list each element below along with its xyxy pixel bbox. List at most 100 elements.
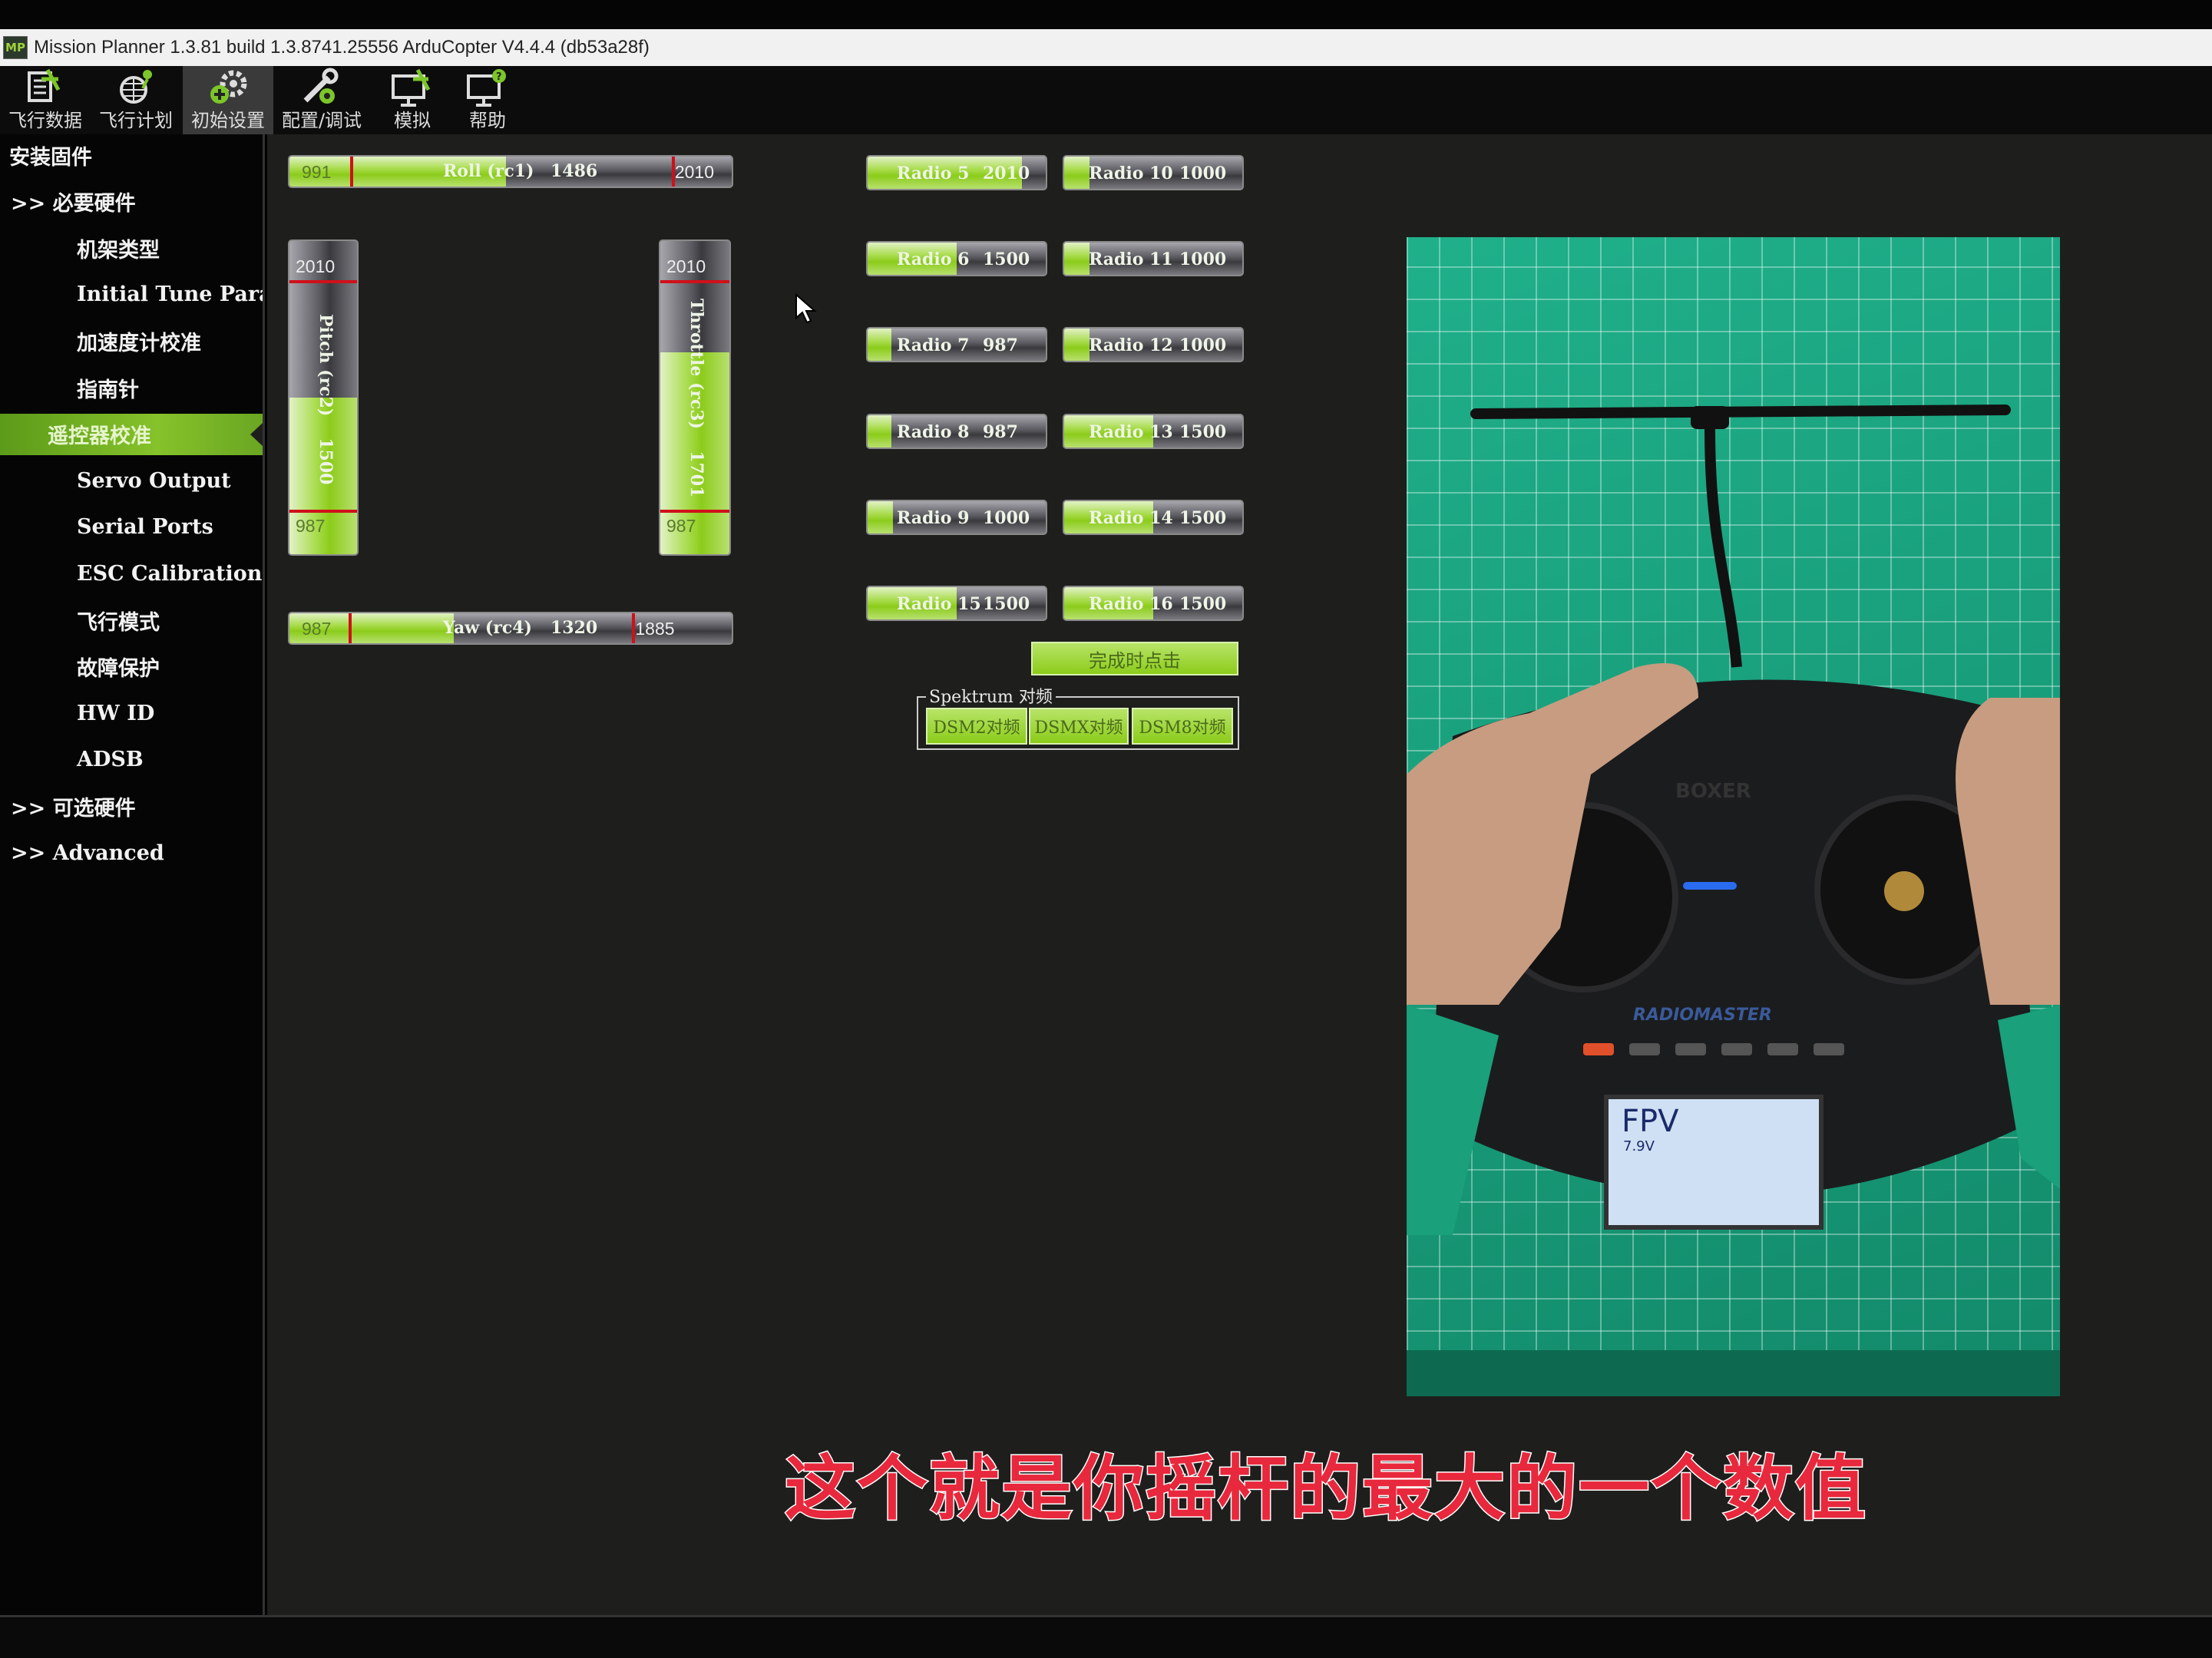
initial-setup-icon (210, 70, 247, 104)
radio-channel-bar: Radio 10 1000 (1063, 155, 1244, 190)
radio-channel-value: 1500 (983, 249, 1030, 270)
sidebar-item[interactable]: 加速度计校准 (0, 320, 263, 362)
controller-model-text: BOXER (1675, 780, 1751, 803)
radio-channel-value: 1500 (983, 594, 1030, 614)
toolbar-initial-setup[interactable]: 初始设置 (183, 66, 273, 134)
config-tuning-icon (303, 68, 339, 104)
mouse-cursor-icon (795, 293, 817, 324)
yaw-value: 1320 (551, 618, 598, 638)
svg-text:?: ? (496, 71, 502, 83)
roll-value: 1486 (551, 161, 598, 181)
pitch-channel-label: Pitch (rc2) (316, 314, 336, 417)
screen-title-text: FPV (1622, 1104, 1679, 1139)
sidebar-item[interactable]: 指南针 (0, 367, 263, 408)
roll-min-label: 991 (302, 162, 332, 182)
spektrum-group-title: Spektrum 对频 (926, 683, 1056, 708)
screen-voltage-text: 7.9V (1623, 1138, 1655, 1154)
app-icon: MP (3, 36, 28, 59)
radio-channel-bar: Radio 5 2010 (866, 155, 1047, 190)
roll-bar: 991 2010 Roll (rc1) 1486 (288, 155, 733, 188)
radio-channel-label: Radio 15 (897, 594, 981, 614)
calibration-done-button[interactable]: 完成时点击 (1031, 642, 1238, 675)
sidebar-item[interactable]: >> Advanced (0, 832, 263, 874)
sidebar-item[interactable]: Serial Ports (0, 507, 263, 548)
yaw-bar: 987 1885 Yaw (rc4) 1320 (288, 612, 733, 645)
sidebar-item[interactable]: 机架类型 (0, 227, 263, 269)
sidebar-item[interactable]: HW ID (0, 692, 263, 734)
toolbar-config-tuning[interactable]: 配置/调试 (276, 66, 367, 134)
radio-channel-label: Radio 13 (1089, 421, 1173, 442)
throttle-min-marker (660, 509, 729, 513)
simulation-icon (392, 68, 431, 107)
radio-channel-bar: Radio 9 1000 (866, 499, 1047, 535)
throttle-channel-text: Throttle (rc3) 1701 (686, 299, 706, 497)
radio-channel-value: 1500 (1179, 507, 1227, 528)
flight-plan-icon (120, 70, 152, 104)
sidebar-item[interactable]: 故障保护 (0, 646, 263, 688)
toolbar-label: 配置/调试 (281, 110, 362, 131)
radio-channel-label: Radio 10 (1089, 163, 1173, 183)
throttle-max-label: 2010 (666, 256, 706, 277)
radio-channel-label: Radio 12 (1089, 335, 1173, 356)
sidebar-item[interactable]: 飞行模式 (0, 599, 263, 641)
roll-min-marker (349, 157, 353, 187)
controller-video-overlay: BOXER RADIOMASTER FPV 7.9V (1407, 237, 2060, 1396)
radio-channel-label: Radio 7 (897, 335, 970, 356)
pitch-bar: 2010 987 Pitch (rc2) 1500 (288, 239, 359, 556)
yaw-max-label: 1885 (635, 619, 675, 639)
video-subtitle: 这个就是你摇杆的最大的一个数值 (783, 1447, 1867, 1531)
sidebar-item[interactable]: Initial Tune Parameters (0, 274, 263, 315)
radio-channel-value: 1500 (1179, 594, 1227, 614)
radio-channel-value: 987 (983, 421, 1018, 442)
yaw-min-label: 987 (302, 619, 332, 639)
radio-channel-label: Radio 11 (1089, 249, 1173, 270)
toolbar-flight-data[interactable]: 飞行数据 (0, 66, 91, 134)
sidebar-item[interactable]: ESC Calibration (0, 553, 263, 594)
radio-channel-value: 987 (983, 335, 1018, 356)
radio-channel-label: Radio 14 (1089, 507, 1173, 528)
radio-channel-fill (868, 414, 891, 448)
toolbar-help[interactable]: ? 帮助 (442, 66, 533, 134)
screen-top-border (0, 0, 2212, 29)
toolbar-label: 模拟 (394, 110, 431, 131)
radio-channel-label: Radio 9 (897, 507, 970, 528)
pitch-value: 1500 (316, 438, 336, 485)
sidebar-item[interactable]: 遥控器校准 (0, 413, 263, 455)
dsm2-bind-button[interactable]: DSM2对频 (926, 708, 1027, 745)
sidebar-item[interactable]: Servo Output (0, 460, 263, 501)
pitch-max-marker (289, 280, 357, 284)
toolbar: 飞行数据 飞行计划 初始设置 配置/调试 模拟 ? 帮助 ARDU PILOT … (0, 66, 2212, 200)
radio-channel-bar: Radio 6 1500 (866, 241, 1047, 277)
controller-brand-text: RADIOMASTER (1633, 1006, 1772, 1025)
radio-channel-fill (1064, 243, 1090, 276)
toolbar-label: 飞行计划 (99, 110, 173, 131)
radio-channel-bar: Radio 13 1500 (1063, 413, 1244, 449)
sidebar-item[interactable]: ADSB (0, 739, 263, 781)
radio-channel-bar: Radio 12 1000 (1063, 327, 1244, 363)
window-title: Mission Planner 1.3.81 build 1.3.8741.25… (34, 37, 650, 58)
dsm8-bind-button[interactable]: DSM8对频 (1132, 708, 1233, 745)
sidebar: 安装固件 >> 必要硬件机架类型 Initial Tune Parameters 加速… (0, 134, 265, 1615)
radio-channel-value: 1000 (1179, 335, 1227, 356)
pitch-min-marker (289, 509, 357, 513)
roll-max-label: 2010 (674, 162, 714, 182)
dsmx-bind-button[interactable]: DSMX对频 (1029, 708, 1129, 745)
pitch-max-label: 2010 (296, 256, 336, 277)
throttle-channel-label: Throttle (rc3) (686, 299, 706, 430)
sidebar-item[interactable]: >> 必要硬件 (0, 181, 263, 223)
toolbar-flight-plan[interactable]: 飞行计划 (91, 66, 181, 134)
radio-channel-label: Radio 8 (897, 421, 970, 442)
radio-channel-fill (868, 500, 894, 533)
pitch-channel-text: Pitch (rc2) 1500 (316, 314, 336, 484)
sidebar-item[interactable]: >> 可选硬件 (0, 785, 263, 827)
radio-channel-value: 1500 (1179, 421, 1227, 442)
pitch-min-label: 987 (296, 515, 326, 536)
radio-channel-bar: Radio 8 987 (866, 413, 1047, 449)
throttle-value: 1701 (686, 451, 706, 498)
sidebar-item[interactable]: 安装固件 (0, 134, 263, 176)
yaw-min-marker (348, 613, 352, 643)
radio-channel-fill (1064, 329, 1090, 362)
radio-channel-label: Radio 6 (897, 249, 970, 270)
throttle-bar: 2010 987 Throttle (rc3) 1701 (659, 239, 731, 556)
toolbar-label: 初始设置 (191, 110, 265, 131)
